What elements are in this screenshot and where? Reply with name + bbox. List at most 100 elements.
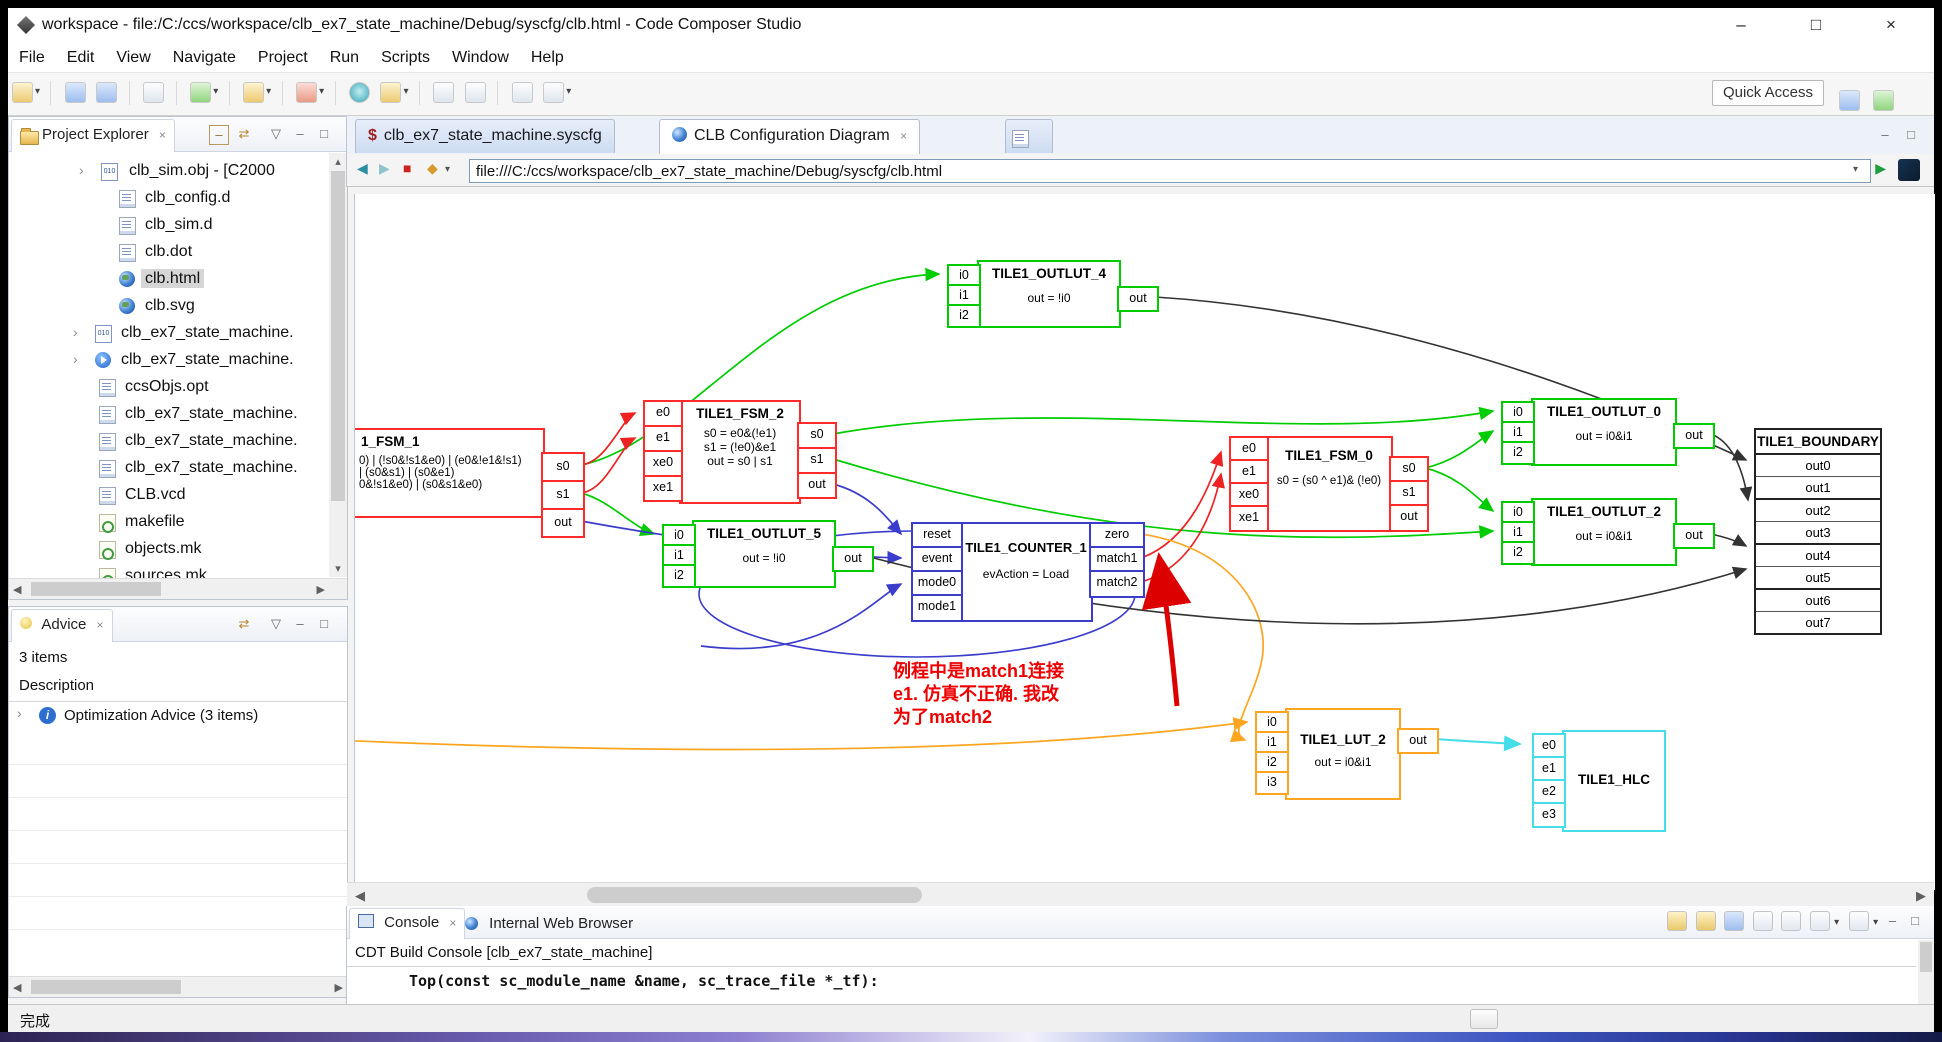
menu-window[interactable]: Window xyxy=(452,44,509,72)
port-xe1[interactable]: xe1 xyxy=(1229,505,1269,532)
clb-diagram-canvas[interactable]: 1_FSM_1 0) | (!s0&!s1&e0) | (e0&!e1&!s1)… xyxy=(354,194,1935,890)
forward-history-icon[interactable] xyxy=(543,82,565,103)
pin-console-icon[interactable] xyxy=(1752,911,1773,931)
port-s1[interactable]: s1 xyxy=(541,480,585,510)
link-editor-icon[interactable] xyxy=(464,82,486,103)
block-tile1-counter-1[interactable]: TILE1_COUNTER_1 evAction = Load xyxy=(959,522,1093,622)
tree-item[interactable]: clb_ex7_state_machine. xyxy=(9,400,329,427)
menu-file[interactable]: File xyxy=(19,44,45,72)
close-view-icon[interactable]: × xyxy=(159,128,166,142)
explorer-vscrollbar[interactable]: ▴ ▾ xyxy=(329,153,347,577)
scroll-thumb[interactable] xyxy=(587,887,922,903)
ccs-perspective-icon[interactable] xyxy=(1873,90,1894,111)
tree-item[interactable]: makefile xyxy=(9,508,329,535)
scroll-thumb[interactable] xyxy=(31,980,181,994)
web-browser-tab[interactable]: Internal Web Browser xyxy=(465,911,633,937)
tree-item[interactable]: › 010 clb_sim.obj - [C2000 xyxy=(9,157,329,184)
forward-icon[interactable]: ▶ xyxy=(379,160,390,177)
tools-icon[interactable] xyxy=(296,82,318,103)
block-tile1-lut-2[interactable]: TILE1_LUT_2 out = i0&i1 xyxy=(1285,708,1401,800)
nav-caret-icon[interactable]: ▾ xyxy=(445,164,450,175)
back-history-icon[interactable] xyxy=(511,82,533,103)
port-xe1[interactable]: xe1 xyxy=(643,475,683,502)
block-tile1-outlut-4[interactable]: TILE1_OUTLUT_4 out = !i0 xyxy=(977,260,1121,328)
scroll-right-icon[interactable]: ▶ xyxy=(1916,888,1926,904)
back-icon[interactable]: ◀ xyxy=(357,160,368,177)
debug-icon[interactable] xyxy=(190,82,212,103)
tree-item[interactable]: clb.svg xyxy=(9,292,329,319)
close-button[interactable]: × xyxy=(1868,10,1914,40)
port-e1[interactable]: e1 xyxy=(643,425,683,452)
url-input[interactable] xyxy=(469,159,1871,183)
block-tile1-outlut-2[interactable]: TILE1_OUTLUT_2 out = i0&i1 xyxy=(1531,498,1677,566)
new-wizard-icon[interactable] xyxy=(12,82,33,103)
tree-item[interactable]: clb_ex7_state_machine. xyxy=(9,427,329,454)
explorer-hscrollbar[interactable]: ◀ ▶ xyxy=(9,578,347,599)
refresh-advice-icon[interactable]: ⇄ xyxy=(235,615,253,633)
scroll-thumb[interactable] xyxy=(331,171,345,501)
maximize-editor-icon[interactable]: □ xyxy=(1902,126,1920,144)
minimize-editor-icon[interactable]: – xyxy=(1876,126,1894,144)
tree-item[interactable]: CLB.vcd xyxy=(9,481,329,508)
maximize-view-icon[interactable]: □ xyxy=(315,615,333,633)
block-tile1-outlut-5[interactable]: TILE1_OUTLUT_5 out = !i0 xyxy=(692,520,836,588)
port-xe0[interactable]: xe0 xyxy=(643,450,683,477)
new-wizard-caret[interactable]: ▾ xyxy=(35,86,40,97)
open-external-browser-icon[interactable] xyxy=(1898,159,1920,181)
port-e3[interactable]: e3 xyxy=(1532,802,1566,828)
port-mode1[interactable]: mode1 xyxy=(911,594,963,622)
mark-occurrences-icon[interactable] xyxy=(433,82,455,103)
scroll-left-icon[interactable]: ◀ xyxy=(13,981,21,994)
minimize-view-icon[interactable]: – xyxy=(291,125,309,143)
clear-console-icon[interactable] xyxy=(1724,911,1745,931)
minimize-view-icon[interactable]: – xyxy=(1884,912,1902,930)
port-out[interactable]: out xyxy=(541,508,585,538)
port-e0[interactable]: e0 xyxy=(643,400,683,427)
maximize-view-icon[interactable]: □ xyxy=(315,125,333,143)
menu-run[interactable]: Run xyxy=(330,44,359,72)
advice-tab[interactable]: Advice × xyxy=(11,609,113,642)
tab-minimized[interactable] xyxy=(1005,119,1053,153)
menu-project[interactable]: Project xyxy=(258,44,308,72)
port-match2[interactable]: match2 xyxy=(1089,570,1145,598)
port-i2[interactable]: i2 xyxy=(1501,441,1535,465)
menu-scripts[interactable]: Scripts xyxy=(381,44,430,72)
expand-icon[interactable]: › xyxy=(73,319,78,346)
port-out[interactable]: out xyxy=(1117,286,1159,312)
port-s0[interactable]: s0 xyxy=(541,452,585,482)
save-icon[interactable] xyxy=(64,82,86,103)
project-explorer-tab[interactable]: Project Explorer × xyxy=(11,119,175,152)
tools-caret[interactable]: ▾ xyxy=(319,86,324,97)
scroll-left-icon[interactable]: ◀ xyxy=(13,583,21,596)
port-out[interactable]: out xyxy=(832,546,874,572)
tree-item[interactable]: clb_ex7_state_machine. xyxy=(9,454,329,481)
menu-help[interactable]: Help xyxy=(531,44,564,72)
tree-item[interactable]: › 010 clb_ex7_state_machine. xyxy=(9,319,329,346)
console-tab[interactable]: Console × xyxy=(349,908,466,939)
console-menu-icon[interactable] xyxy=(1848,911,1869,931)
view-menu-icon[interactable]: ▽ xyxy=(267,125,285,143)
scroll-right-icon[interactable]: ▶ xyxy=(335,981,343,994)
url-dropdown-icon[interactable]: ▾ xyxy=(1853,164,1858,175)
status-badge-icon[interactable] xyxy=(1470,1009,1498,1029)
block-tile1-fsm-2[interactable]: TILE1_FSM_2 s0 = e0&(!e1) s1 = (!e0)&e1 … xyxy=(679,400,801,504)
port-i3[interactable]: i3 xyxy=(1255,771,1289,795)
annotation-caret[interactable]: ▾ xyxy=(403,86,408,97)
console-caret[interactable]: ▾ xyxy=(1873,917,1878,928)
port-i2[interactable]: i2 xyxy=(1501,541,1535,565)
port-out[interactable]: out xyxy=(1673,423,1715,449)
quick-access-button[interactable]: Quick Access xyxy=(1711,80,1824,106)
menu-view[interactable]: View xyxy=(116,44,150,72)
annotation-icon[interactable] xyxy=(380,82,402,103)
block-tile1-fsm-1[interactable]: 1_FSM_1 0) | (!s0&!s1&e0) | (e0&!e1&!s1)… xyxy=(355,428,545,518)
debug-caret[interactable]: ▾ xyxy=(213,86,218,97)
console-vscrollbar[interactable] xyxy=(1918,940,1934,1004)
block-tile1-hlc[interactable]: TILE1_HLC xyxy=(1562,730,1666,832)
console-view-icon[interactable] xyxy=(143,82,165,103)
expand-icon[interactable]: › xyxy=(79,157,84,184)
scroll-up-icon[interactable]: ▴ xyxy=(329,155,347,168)
tree-item[interactable]: clb_sim.d xyxy=(9,211,329,238)
flash-caret[interactable]: ▾ xyxy=(266,86,271,97)
port-s0[interactable]: s0 xyxy=(797,422,837,449)
port-out[interactable]: out xyxy=(797,472,837,499)
